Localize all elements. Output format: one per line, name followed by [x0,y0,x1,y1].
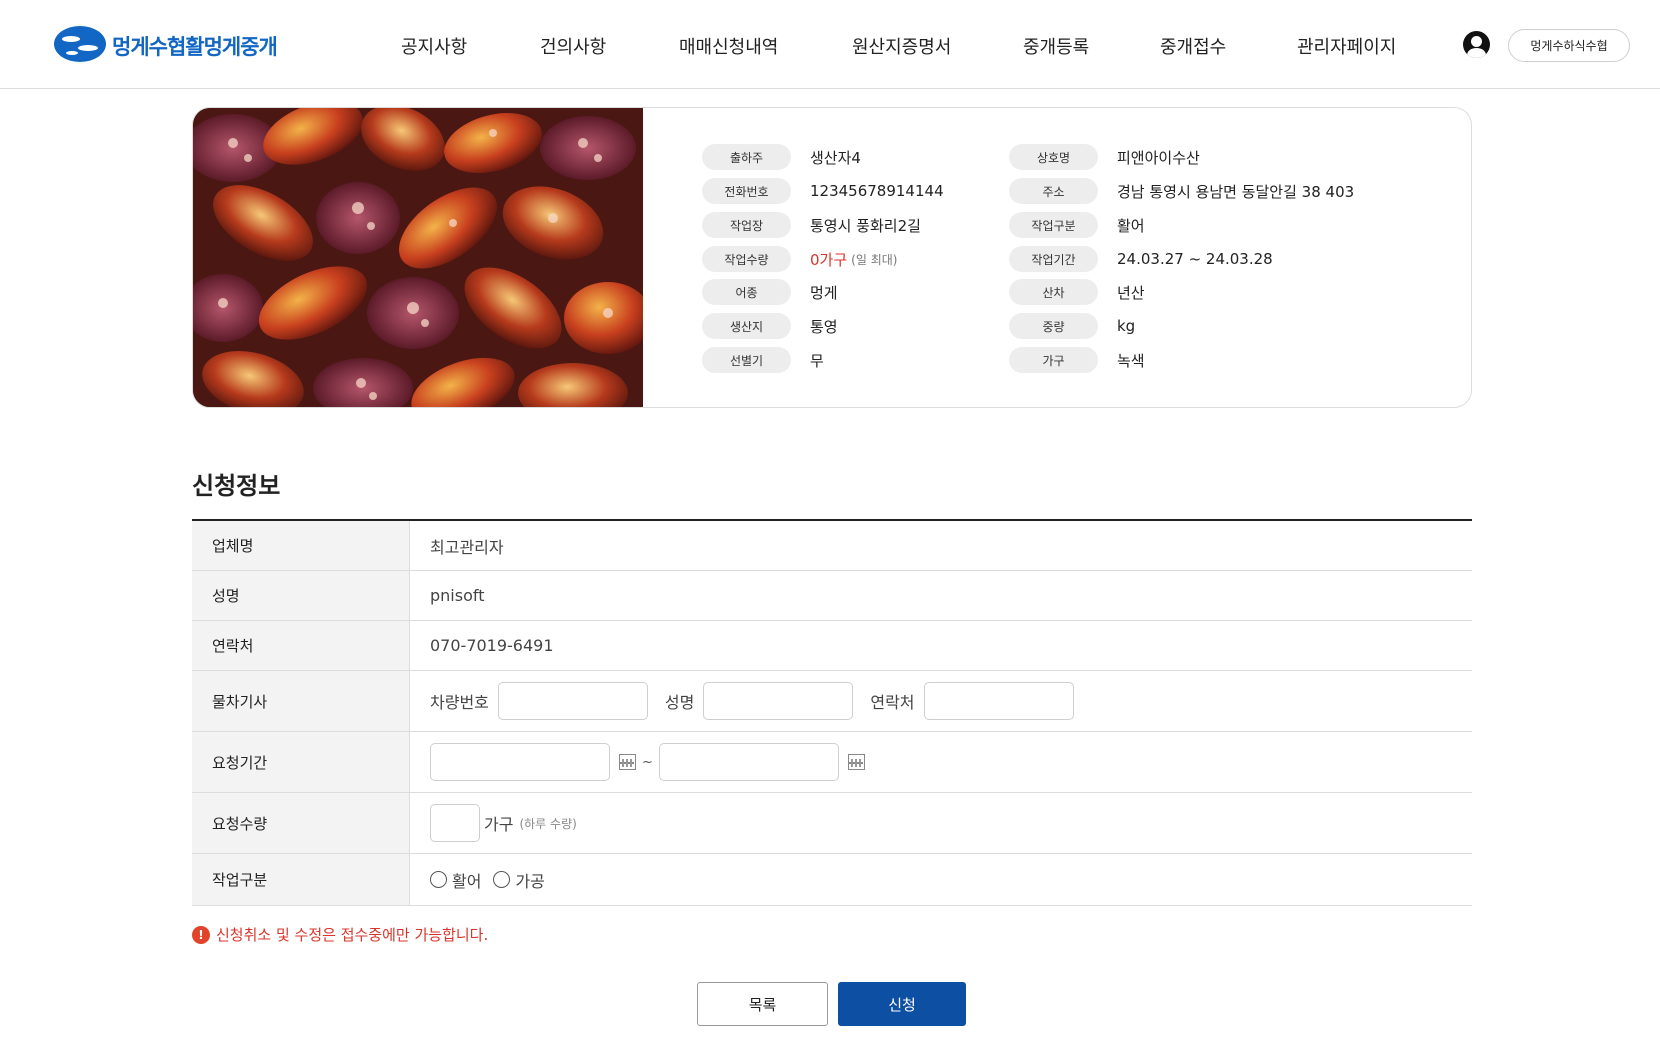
row-period: 요청기간 ~ [192,732,1472,793]
quantity-unit: 가구 [484,815,514,834]
info-work-period: 작업기간 24.03.27 ~ 24.03.28 [1009,246,1273,272]
nav-origin-certificate[interactable]: 원산지증명서 [852,33,951,59]
notice-text: 신청취소 및 수정은 접수중에만 가능합니다. [216,926,489,944]
period-start-input[interactable] [430,743,610,781]
row-driver: 물차기사 차량번호 성명 연락처 [192,671,1472,732]
driver-name-label: 성명 [664,693,695,712]
calendar-icon[interactable] [847,754,865,770]
row-work-type: 작업구분 활어 가공 [192,854,1472,906]
driver-contact-input[interactable] [923,682,1074,720]
product-card: 출하주 생산자4 전화번호 12345678914144 작업장 통영시 풍화리2길 … [192,107,1472,408]
info-species: 어종 멍게 [702,279,838,305]
quantity-input[interactable] [430,804,480,842]
info-phone: 전화번호 12345678914144 [702,178,944,204]
info-household: 가구 녹색 [1009,347,1145,373]
row-quantity: 요청수량 가구 (하루 수량) [192,793,1472,854]
info-address: 주소 경남 통영시 용남면 동달안길 38 403 [1009,178,1354,204]
info-shipper: 출하주 생산자4 [702,144,861,170]
info-origin: 생산지 통영 [702,313,838,339]
nav-suggestion[interactable]: 건의사항 [540,33,606,59]
radio-live-label[interactable]: 활어 [452,868,481,892]
period-separator: ~ [642,754,653,770]
user-icon[interactable] [1463,31,1490,58]
info-weight: 중량 kg [1009,313,1135,339]
info-work-type: 작업구분 활어 [1009,212,1145,238]
top-header: 멍게수협활멍게중개 공지사항 건의사항 매매신청내역 원산지증명서 중개등록 중… [0,0,1660,89]
list-button[interactable]: 목록 [697,982,828,1026]
vehicle-number-input[interactable] [497,682,648,720]
logo-text: 멍게수협활멍게중개 [112,35,278,59]
submit-button[interactable]: 신청 [838,982,966,1026]
row-company: 업체명 최고관리자 [192,521,1472,571]
nav-brokerage-register[interactable]: 중개등록 [1023,33,1089,59]
calendar-icon[interactable] [619,754,636,770]
vehicle-number-label: 차량번호 [430,693,489,712]
notice: ! 신청취소 및 수정은 접수중에만 가능합니다. [192,924,488,945]
driver-name-input[interactable] [703,682,854,720]
info-icon: ! [192,925,210,944]
section-title: 신청정보 [192,472,281,500]
application-form: 업체명 최고관리자 성명 pnisoft 연락처 070-7019-6491 물… [192,519,1472,906]
quantity-note: (하루 수량) [519,816,577,831]
radio-processed-label[interactable]: 가공 [515,868,544,892]
product-photo [193,108,643,407]
nav-trade-history[interactable]: 매매신청내역 [679,33,778,59]
info-company: 상호명 피앤아이수산 [1009,144,1200,170]
logo[interactable]: 멍게수협활멍게중개 [54,26,278,62]
driver-contact-label: 연락처 [870,693,915,712]
info-harvest-year: 산차 년산 [1009,279,1145,305]
info-sorter: 선별기 무 [702,347,824,373]
info-workplace: 작업장 통영시 풍화리2길 [702,212,921,238]
radio-processed[interactable] [493,871,511,888]
row-name: 성명 pnisoft [192,571,1472,621]
nav-notice[interactable]: 공지사항 [401,33,467,59]
radio-live[interactable] [430,871,447,888]
row-contact: 연락처 070-7019-6491 [192,621,1472,671]
period-end-input[interactable] [658,743,839,781]
user-badge[interactable]: 멍게수하식수협 [1508,29,1630,62]
info-work-qty: 작업수량 0가구 (일 최대) [702,246,897,272]
nav-admin[interactable]: 관리자페이지 [1297,33,1396,59]
nav-brokerage-receipt[interactable]: 중개접수 [1160,33,1226,59]
logo-icon [54,26,106,62]
